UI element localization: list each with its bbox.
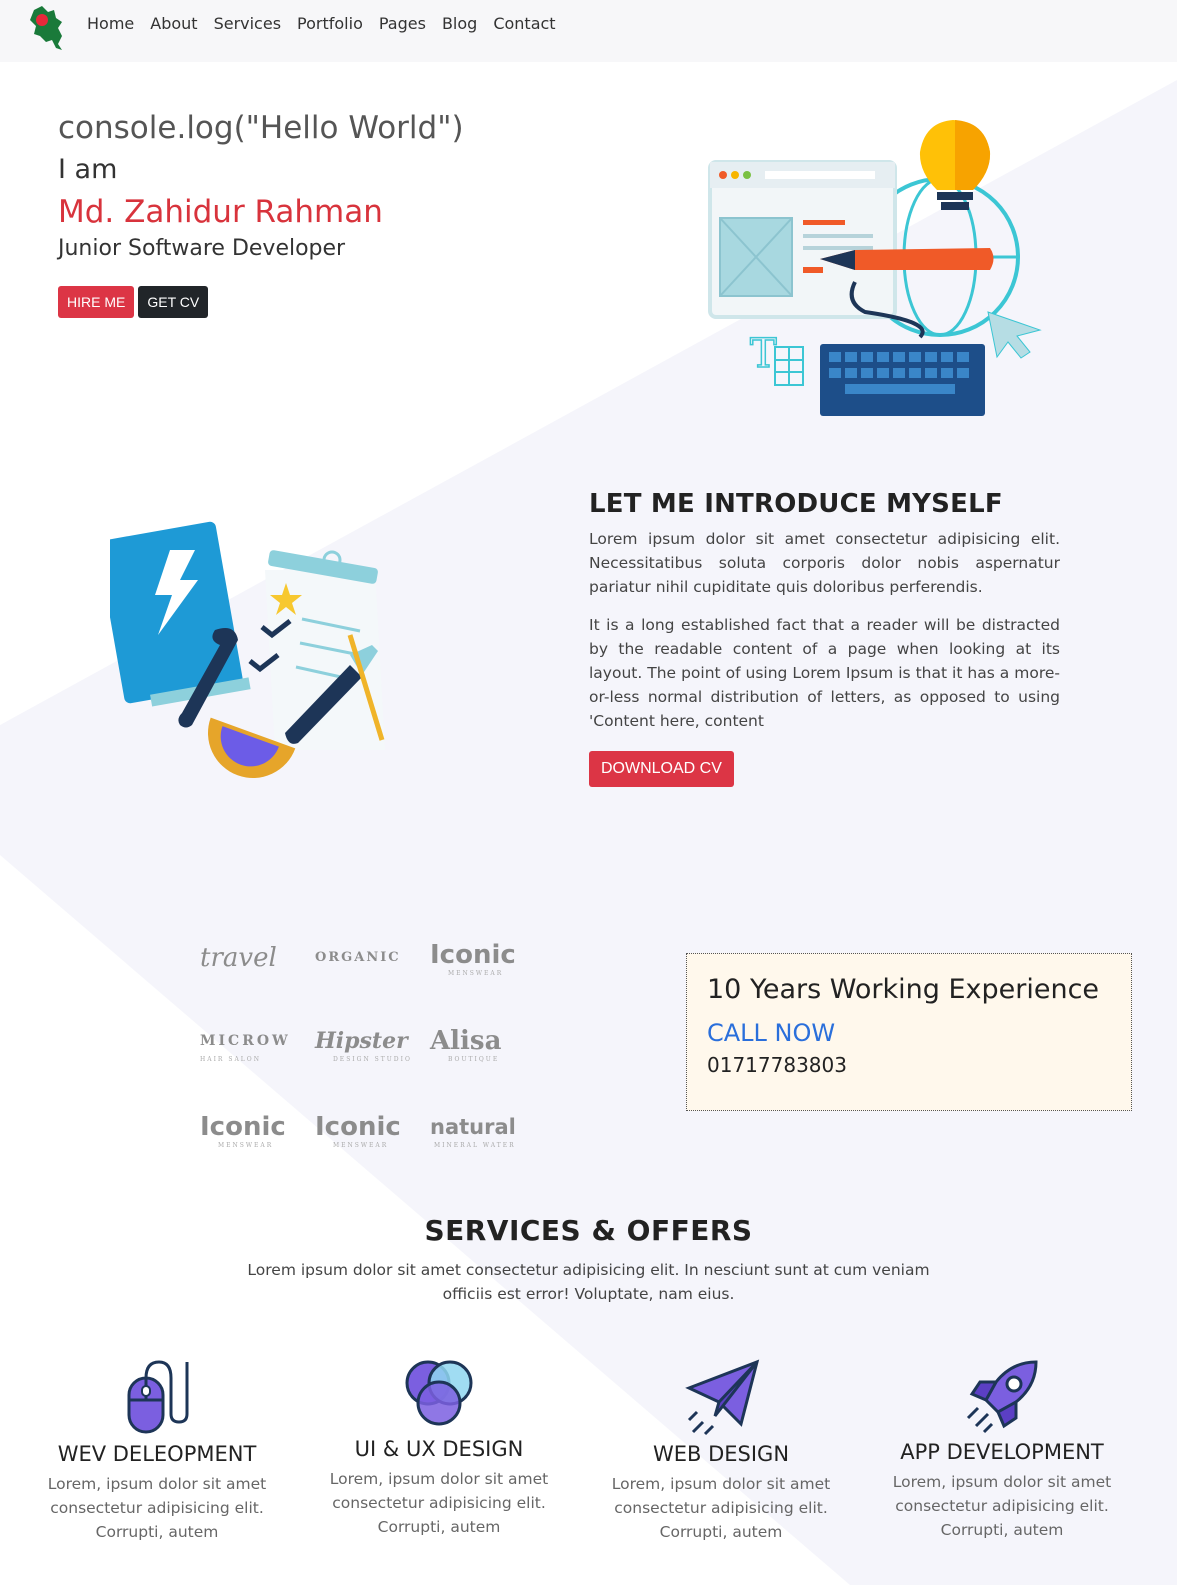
experience-box: 10 Years Working Experience CALL NOW 017… — [686, 953, 1132, 1111]
hire-me-button[interactable]: HIRE ME — [58, 286, 135, 318]
hero-iam: I am — [58, 154, 118, 185]
brand-logo: MICROW HAIR SALON — [200, 1032, 291, 1063]
hero-section: console.log("Hello World") I am Md. Zahi… — [58, 108, 464, 318]
intro-title: LET ME INTRODUCE MYSELF — [589, 489, 1003, 519]
services-title: SERVICES & OFFERS — [424, 1214, 753, 1247]
hero-name: Md. Zahidur Rahman — [58, 194, 383, 230]
paper-plane-icon — [685, 1359, 760, 1436]
brand-logo: natural MINERAL WATER — [430, 1114, 516, 1149]
brand-logo: Hipster DESIGN STUDIO — [315, 1027, 412, 1063]
call-now-link[interactable]: CALL NOW — [707, 1018, 1111, 1048]
download-cv-button[interactable]: DOWNLOAD CV — [589, 751, 734, 787]
brand-logos-grid: travel ORGANIC Iconic MENSWEAR MICROW HAIR… — [200, 915, 516, 1155]
nav-contact[interactable]: Contact — [493, 14, 555, 34]
services-header: SERVICES & OFFERS Lorem ipsum dolor sit … — [0, 1212, 1177, 1306]
svg-text:T: T — [750, 331, 777, 377]
experience-title: 10 Years Working Experience — [707, 974, 1100, 1005]
intro-paragraph-2: It is a long established fact that a rea… — [589, 616, 1060, 730]
nav-pages[interactable]: Pages — [379, 14, 426, 34]
service-title: APP DEVELOPMENT — [900, 1440, 1104, 1464]
service-card-app-development: APP DEVELOPMENT Lorem, ipsum dolor sit a… — [882, 1356, 1122, 1542]
service-card-web-design: WEB DESIGN Lorem, ipsum dolor sit amet c… — [601, 1358, 841, 1544]
intro-section: LET ME INTRODUCE MYSELF Lorem ipsum dolo… — [589, 487, 1060, 787]
phone-number: 01717783803 — [707, 1053, 847, 1077]
service-text: Lorem, ipsum dolor sit amet consectetur … — [892, 1473, 1112, 1539]
brand-logo: Iconic MENSWEAR — [430, 939, 516, 977]
web-development-illustration-icon: T — [708, 120, 1042, 416]
brand-logo: Iconic MENSWEAR — [200, 1111, 286, 1149]
bangladesh-map-logo-icon[interactable] — [26, 4, 66, 50]
rocket-icon — [966, 1360, 1038, 1434]
brand-logo: ORGANIC — [315, 950, 401, 965]
service-text: Lorem, ipsum dolor sit amet consectetur … — [47, 1475, 267, 1541]
service-text: Lorem, ipsum dolor sit amet consectetur … — [611, 1475, 831, 1541]
service-card-web-development: WEV DELEOPMENT Lorem, ipsum dolor sit am… — [37, 1358, 277, 1544]
service-text: Lorem, ipsum dolor sit amet consectetur … — [329, 1470, 549, 1536]
mouse-icon — [127, 1360, 189, 1434]
service-title: UI & UX DESIGN — [354, 1437, 524, 1461]
services-subtitle: Lorem ipsum dolor sit amet consectetur a… — [247, 1261, 930, 1303]
brand-logo: Iconic MENSWEAR — [315, 1111, 401, 1149]
hero-role: Junior Software Developer — [58, 236, 346, 261]
service-card-ui-ux: UI & UX DESIGN Lorem, ipsum dolor sit am… — [319, 1353, 559, 1539]
nav-blog[interactable]: Blog — [442, 14, 477, 34]
navbar: Home About Services Portfolio Pages Blog… — [0, 0, 1177, 62]
nav-home[interactable]: Home — [87, 14, 134, 34]
service-title: WEB DESIGN — [652, 1442, 790, 1466]
get-cv-button[interactable]: GET CV — [138, 286, 209, 318]
hero-buttons: HIRE ME GET CV — [58, 286, 464, 318]
nav-links: Home About Services Portfolio Pages Blog… — [87, 14, 572, 34]
intro-paragraph-1: Lorem ipsum dolor sit amet consectetur a… — [589, 530, 1060, 596]
nav-services[interactable]: Services — [214, 14, 281, 34]
nav-portfolio[interactable]: Portfolio — [297, 14, 363, 34]
hero-code-line: console.log("Hello World") — [58, 110, 464, 146]
tools-checklist-illustration-icon — [110, 521, 385, 778]
venn-circles-icon — [405, 1360, 473, 1426]
service-title: WEV DELEOPMENT — [57, 1442, 257, 1466]
nav-about[interactable]: About — [150, 14, 197, 34]
brand-logo: travel — [200, 943, 277, 973]
brand-logo: Alisa BOUTIQUE — [430, 1025, 502, 1063]
